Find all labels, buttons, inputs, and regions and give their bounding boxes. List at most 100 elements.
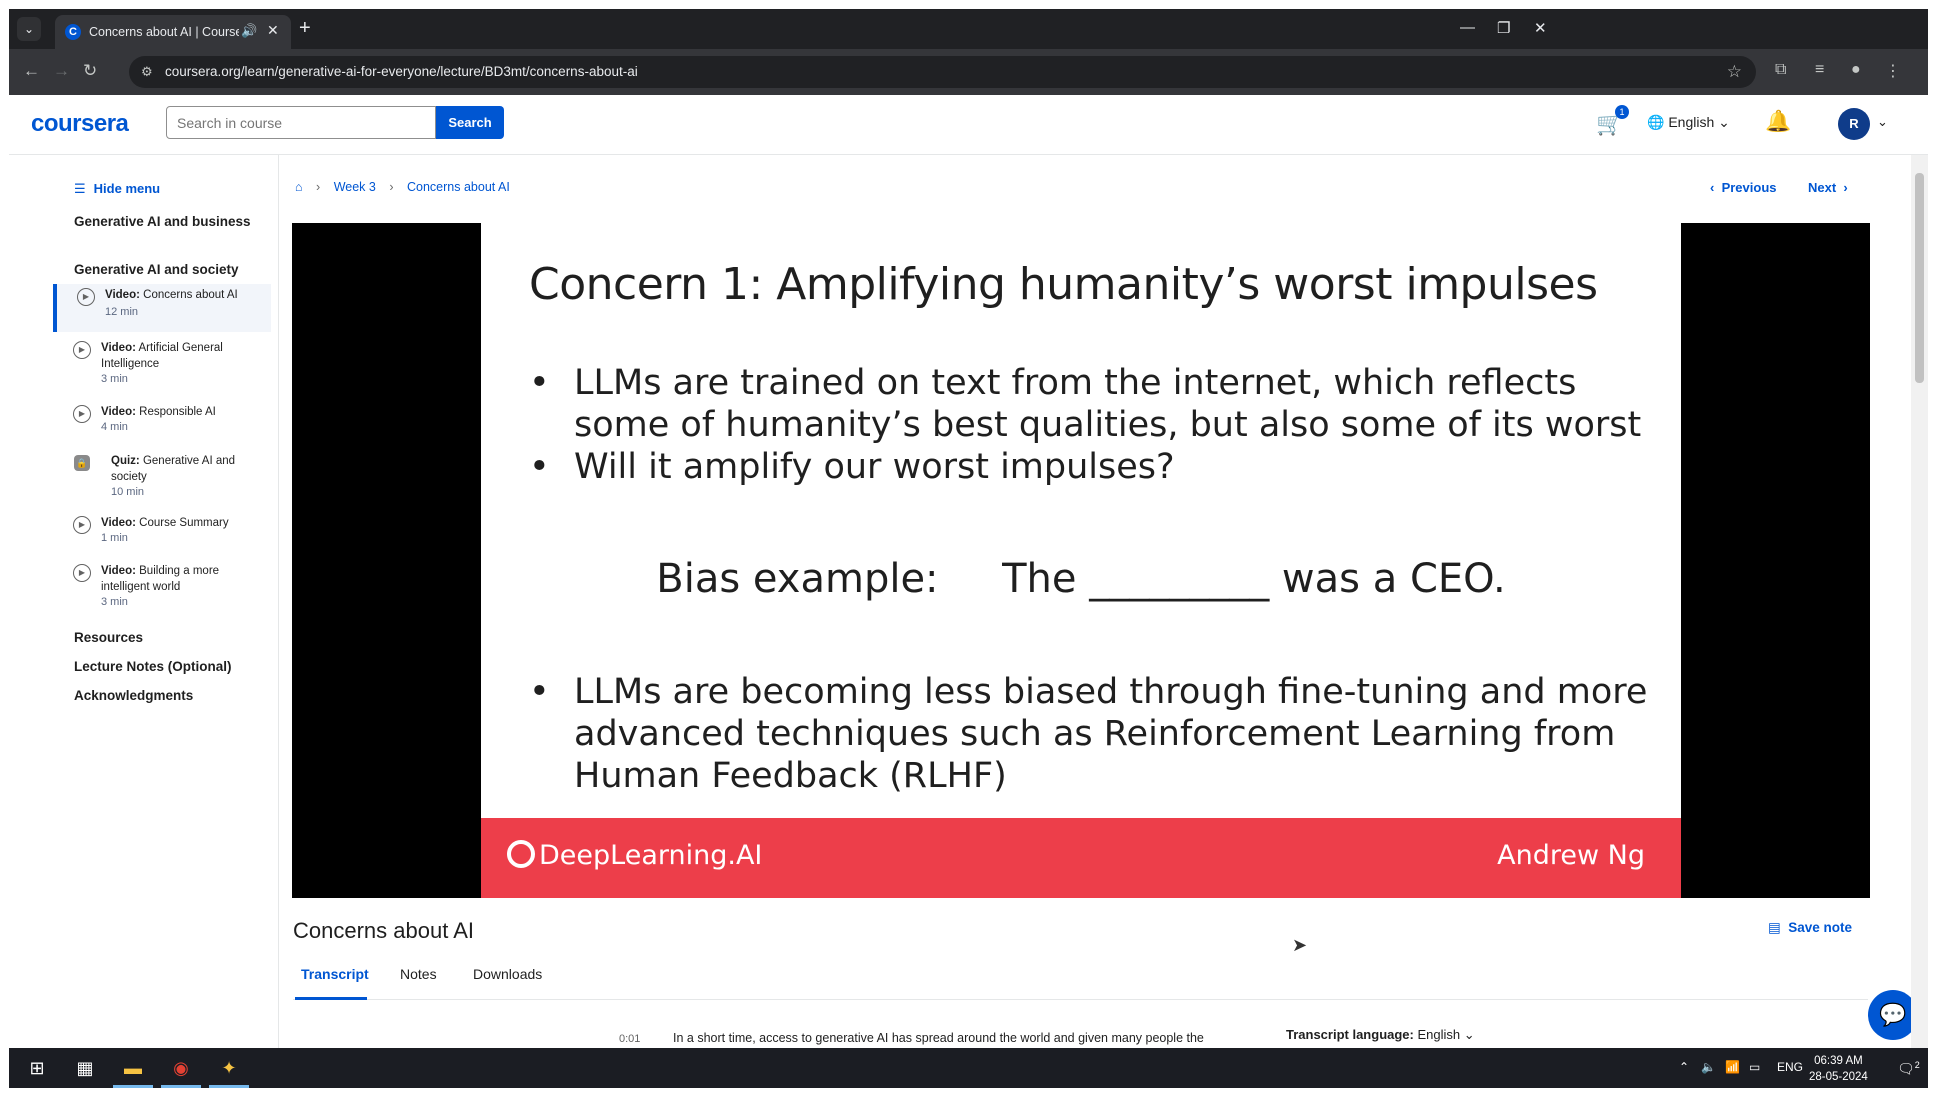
globe-icon: 🌐 — [1647, 114, 1665, 130]
item-type: Video: — [101, 517, 136, 529]
sidebar-link-acknowledgments[interactable]: Acknowledgments — [74, 687, 264, 705]
sidebar-item-course-summary[interactable]: ▶ Video: Course Summary 1 min — [53, 512, 271, 554]
sidebar-item-intelligent-world[interactable]: ▶ Video: Building a more intelligent wor… — [53, 560, 271, 618]
home-icon[interactable]: ⌂ — [295, 180, 303, 194]
bookmark-star-icon[interactable]: ☆ — [1727, 62, 1742, 82]
item-duration: 12 min — [105, 306, 139, 318]
windows-start-icon[interactable]: ⊞ — [17, 1054, 57, 1088]
lock-icon: 🔒 — [74, 455, 90, 471]
site-header: coursera Search 🛒 1 🌐 English ⌄ 🔔 R ⌄ — [9, 95, 1928, 155]
browser-toolbar: ← → ↻ ⚙ coursera.org/learn/generative-ai… — [9, 49, 1928, 95]
lecture-slide: Concern 1: Amplifying humanity’s worst i… — [481, 223, 1681, 898]
video-player[interactable]: Concern 1: Amplifying humanity’s worst i… — [292, 223, 1870, 898]
transcript-language-selector[interactable]: Transcript language: English ⌄ — [1286, 1027, 1475, 1043]
browser-menu-icon[interactable]: ⋮ — [1885, 61, 1901, 81]
chrome-icon[interactable]: ◉ — [161, 1054, 201, 1088]
hide-menu-button[interactable]: ☰ Hide menu — [74, 181, 160, 197]
sidebar-item-concerns-about-ai[interactable]: ▶ Video: Concerns about AI 12 min — [53, 284, 271, 332]
file-explorer-icon[interactable]: ▬ — [113, 1054, 153, 1088]
profile-icon[interactable]: ● — [1851, 61, 1861, 79]
transcript-language-value: English — [1417, 1027, 1461, 1042]
scrollbar-thumb[interactable] — [1915, 173, 1924, 383]
close-tab-icon[interactable]: ✕ — [267, 22, 279, 39]
previous-button[interactable]: ‹ Previous — [1710, 180, 1777, 195]
url-text[interactable]: coursera.org/learn/generative-ai-for-eve… — [165, 64, 638, 79]
speaker-icon[interactable]: 🔊 — [241, 23, 257, 39]
item-type: Video: — [101, 342, 136, 354]
new-tab-icon[interactable]: + — [299, 17, 311, 39]
sidebar-item-agi[interactable]: ▶ Video: Artificial General Intelligence… — [53, 337, 271, 395]
browser-tab[interactable]: C Concerns about AI | Coursera 🔊 ✕ — [55, 15, 291, 49]
media-controls-icon[interactable]: ≡ — [1815, 61, 1824, 79]
item-duration: 1 min — [101, 532, 128, 544]
account-chevron-down-icon[interactable]: ⌄ — [1877, 114, 1888, 130]
wifi-icon[interactable]: 📶 — [1725, 1060, 1740, 1074]
task-view-icon[interactable]: ▦ — [65, 1054, 105, 1088]
sidebar-section-society[interactable]: Generative AI and society — [74, 261, 264, 279]
chevron-down-icon: ⌄ — [1463, 1027, 1475, 1042]
breadcrumb-current[interactable]: Concerns about AI — [407, 180, 510, 194]
tab-search-icon[interactable]: ⌄ — [17, 17, 41, 41]
sidebar-item-label: Video: Responsible AI — [101, 404, 261, 420]
forward-icon[interactable]: → — [53, 61, 70, 81]
search-button[interactable]: Search — [436, 106, 504, 139]
chevron-down-icon: ⌄ — [1718, 114, 1730, 130]
extensions-icon[interactable]: ⧉ — [1775, 61, 1786, 79]
notifications-bell-icon[interactable]: 🔔 — [1765, 110, 1791, 134]
input-language[interactable]: ENG — [1777, 1060, 1803, 1074]
item-title: Responsible AI — [139, 406, 216, 418]
page-scrollbar[interactable] — [1911, 155, 1928, 1048]
sidebar-link-lecture-notes[interactable]: Lecture Notes (Optional) — [74, 658, 264, 676]
tab-transcript[interactable]: Transcript — [301, 966, 369, 982]
mouse-cursor-icon: ➤ — [1292, 935, 1308, 955]
course-search-field[interactable] — [166, 106, 436, 139]
sidebar-item-label: Video: Concerns about AI — [105, 287, 265, 303]
transcript-timestamp[interactable]: 0:01 — [619, 1033, 640, 1045]
windows-taskbar: ⊞ ▦ ▬ ◉ ✦ ⌃ 🔈 📶 ▭ ENG 06:39 AM 28-05-202… — [9, 1048, 1928, 1088]
sidebar-item-label: Video: Building a more intelligent world — [101, 563, 261, 595]
reload-icon[interactable]: ↻ — [83, 61, 97, 81]
next-button[interactable]: Next › — [1808, 180, 1848, 195]
sidebar-item-quiz[interactable]: 🔒 Quiz: Generative AI and society 10 min — [53, 450, 271, 506]
volume-icon[interactable]: 🔈 — [1701, 1060, 1716, 1074]
bullet-text: LLMs are trained on text from the intern… — [574, 363, 1642, 445]
sidebar-section-business[interactable]: Generative AI and business — [74, 213, 264, 231]
avatar[interactable]: R — [1838, 108, 1870, 140]
app-icon[interactable]: ✦ — [209, 1054, 249, 1088]
close-window-icon[interactable]: ✕ — [1534, 19, 1547, 37]
item-type: Quiz: — [111, 455, 140, 467]
restore-icon[interactable]: ❐ — [1497, 19, 1510, 37]
item-duration: 4 min — [101, 421, 128, 433]
item-duration: 10 min — [111, 486, 145, 498]
battery-icon[interactable]: ▭ — [1749, 1060, 1760, 1074]
sidebar-link-resources[interactable]: Resources — [74, 629, 264, 647]
tray-chevron-up-icon[interactable]: ⌃ — [1679, 1060, 1689, 1074]
coursera-logo[interactable]: coursera — [31, 110, 129, 138]
transcript-line[interactable]: In a short time, access to generative AI… — [673, 1031, 1273, 1045]
deeplearning-logo: DeepLearning.AI — [507, 840, 762, 871]
bullet-text: LLMs are becoming less biased through fi… — [574, 672, 1648, 796]
item-title: Course Summary — [139, 517, 229, 529]
site-info-icon[interactable]: ⚙ — [141, 64, 153, 80]
note-icon: ▤ — [1768, 920, 1781, 935]
transcript-language-label: Transcript language: — [1286, 1027, 1414, 1042]
language-selector[interactable]: 🌐 English ⌄ — [1647, 114, 1730, 131]
coursera-favicon-icon: C — [65, 24, 81, 40]
notification-center-icon[interactable]: 🗨2 — [1897, 1060, 1920, 1078]
minimize-icon[interactable]: — — [1460, 19, 1475, 36]
play-circle-icon: ▶ — [73, 516, 91, 534]
play-circle-icon: ▶ — [73, 405, 91, 423]
save-note-label: Save note — [1788, 920, 1853, 935]
address-bar[interactable]: ⚙ coursera.org/learn/generative-ai-for-e… — [129, 56, 1756, 88]
back-icon[interactable]: ← — [23, 61, 40, 81]
breadcrumb-week[interactable]: Week 3 — [334, 180, 376, 194]
sidebar-item-responsible-ai[interactable]: ▶ Video: Responsible AI 4 min — [53, 401, 271, 443]
tab-downloads[interactable]: Downloads — [473, 966, 542, 982]
search-input[interactable] — [167, 107, 435, 138]
active-tab-indicator — [295, 997, 367, 1000]
save-note-button[interactable]: ▤ Save note — [1768, 920, 1852, 936]
language-label: English — [1668, 114, 1715, 130]
tab-notes[interactable]: Notes — [400, 966, 437, 982]
brand-name: DeepLearning.AI — [539, 840, 763, 871]
system-clock[interactable]: 06:39 AM 28-05-2024 — [1809, 1053, 1868, 1085]
